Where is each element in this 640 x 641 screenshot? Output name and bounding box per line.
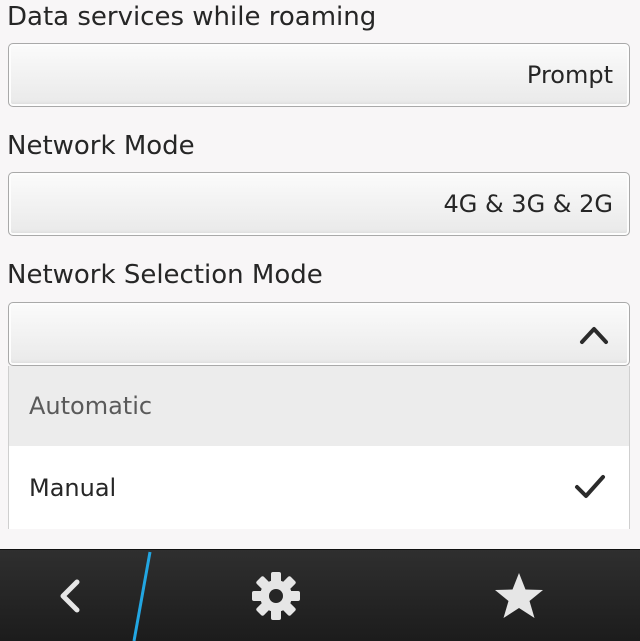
network-mode-dropdown[interactable]: 4G & 3G & 2G [8,172,630,236]
chevron-up-icon [580,327,608,344]
option-label: Automatic [29,392,153,420]
back-icon [60,579,80,612]
roaming-value: Prompt [526,61,613,89]
network-selection-dropdown[interactable] [8,302,630,366]
favorite-button[interactable] [456,550,582,641]
settings-button[interactable] [214,550,338,641]
option-automatic[interactable]: Automatic [9,366,629,446]
back-button[interactable] [0,550,140,641]
gear-icon [252,571,300,620]
checkmark-icon [575,475,605,498]
network-selection-label: Network Selection Mode [7,260,323,290]
roaming-label: Data services while roaming [7,2,377,32]
network-selection-options: Automatic Manual [8,366,630,529]
network-mode-value: 4G & 3G & 2G [443,190,613,218]
option-label: Manual [29,473,117,502]
network-mode-label: Network Mode [7,131,195,161]
option-manual[interactable]: Manual [9,446,629,529]
star-icon [495,572,543,618]
bottom-toolbar [0,549,640,641]
roaming-dropdown[interactable]: Prompt [8,43,630,107]
